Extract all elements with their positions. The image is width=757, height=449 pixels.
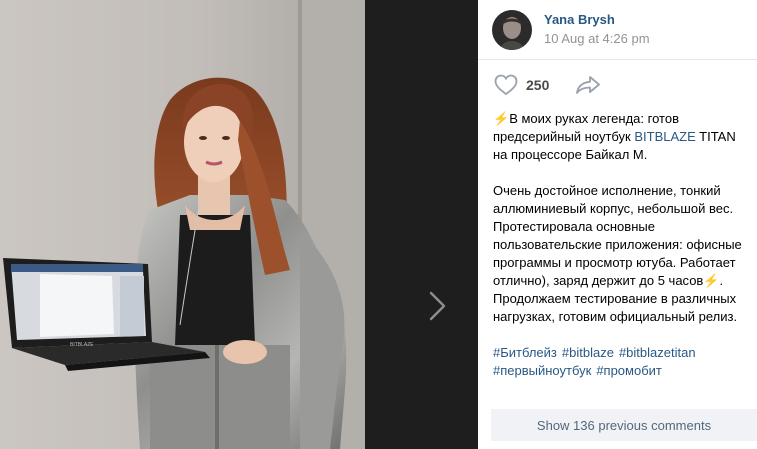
hashtag-link[interactable]: #Битблейз <box>493 344 557 362</box>
avatar-image <box>492 9 532 50</box>
hashtags: #Битблейз #bitblaze #bitblazetitan #перв… <box>493 344 733 380</box>
bitblaze-link[interactable]: BITBLAZE <box>634 129 695 144</box>
lightning-emoji: ⚡ <box>493 111 510 126</box>
like-count: 250 <box>526 77 550 93</box>
post-date[interactable]: 10 Aug at 4:26 pm <box>544 30 650 48</box>
author-meta: Yana Brysh 10 Aug at 4:26 pm <box>544 12 650 48</box>
like-button[interactable]: 250 <box>494 74 549 96</box>
chevron-right-icon <box>429 291 446 321</box>
share-button[interactable] <box>575 75 601 95</box>
post-author: Yana Brysh 10 Aug at 4:26 pm <box>478 0 757 60</box>
next-photo-button[interactable] <box>418 276 458 336</box>
post-actions: 250 <box>478 60 757 110</box>
post-sidebar: Yana Brysh 10 Aug at 4:26 pm 250 ⚡В моих… <box>478 0 757 449</box>
hashtag-link[interactable]: #первыйноутбук <box>493 362 591 380</box>
hashtag-link[interactable]: #bitblazetitan <box>619 344 696 362</box>
hashtag-link[interactable]: #промобит <box>596 362 662 380</box>
laptop-brand-label: BITBLAZE <box>70 342 94 348</box>
heart-icon <box>494 74 518 96</box>
hashtag-link[interactable]: #bitblaze <box>562 344 614 362</box>
lightning-emoji: ⚡ <box>703 273 720 288</box>
show-previous-comments-button[interactable]: Show 136 previous comments <box>491 409 757 441</box>
post-paragraph-2: Очень достойное исполнение, тонкий аллюм… <box>493 182 743 326</box>
photo-area: BITBLAZE <box>0 0 478 449</box>
author-name[interactable]: Yana Brysh <box>544 12 650 28</box>
post-text: ⚡В моих руках легенда: готов предсерийны… <box>478 110 757 380</box>
photo-viewer: BITBLAZE Yana Brysh 10 Aug at 4:26 pm 25… <box>0 0 757 449</box>
post-photo[interactable]: BITBLAZE <box>0 0 478 449</box>
share-arrow-icon <box>576 76 601 94</box>
post-paragraph-1: ⚡В моих руках легенда: готов предсерийны… <box>493 110 743 164</box>
avatar[interactable] <box>492 9 532 50</box>
